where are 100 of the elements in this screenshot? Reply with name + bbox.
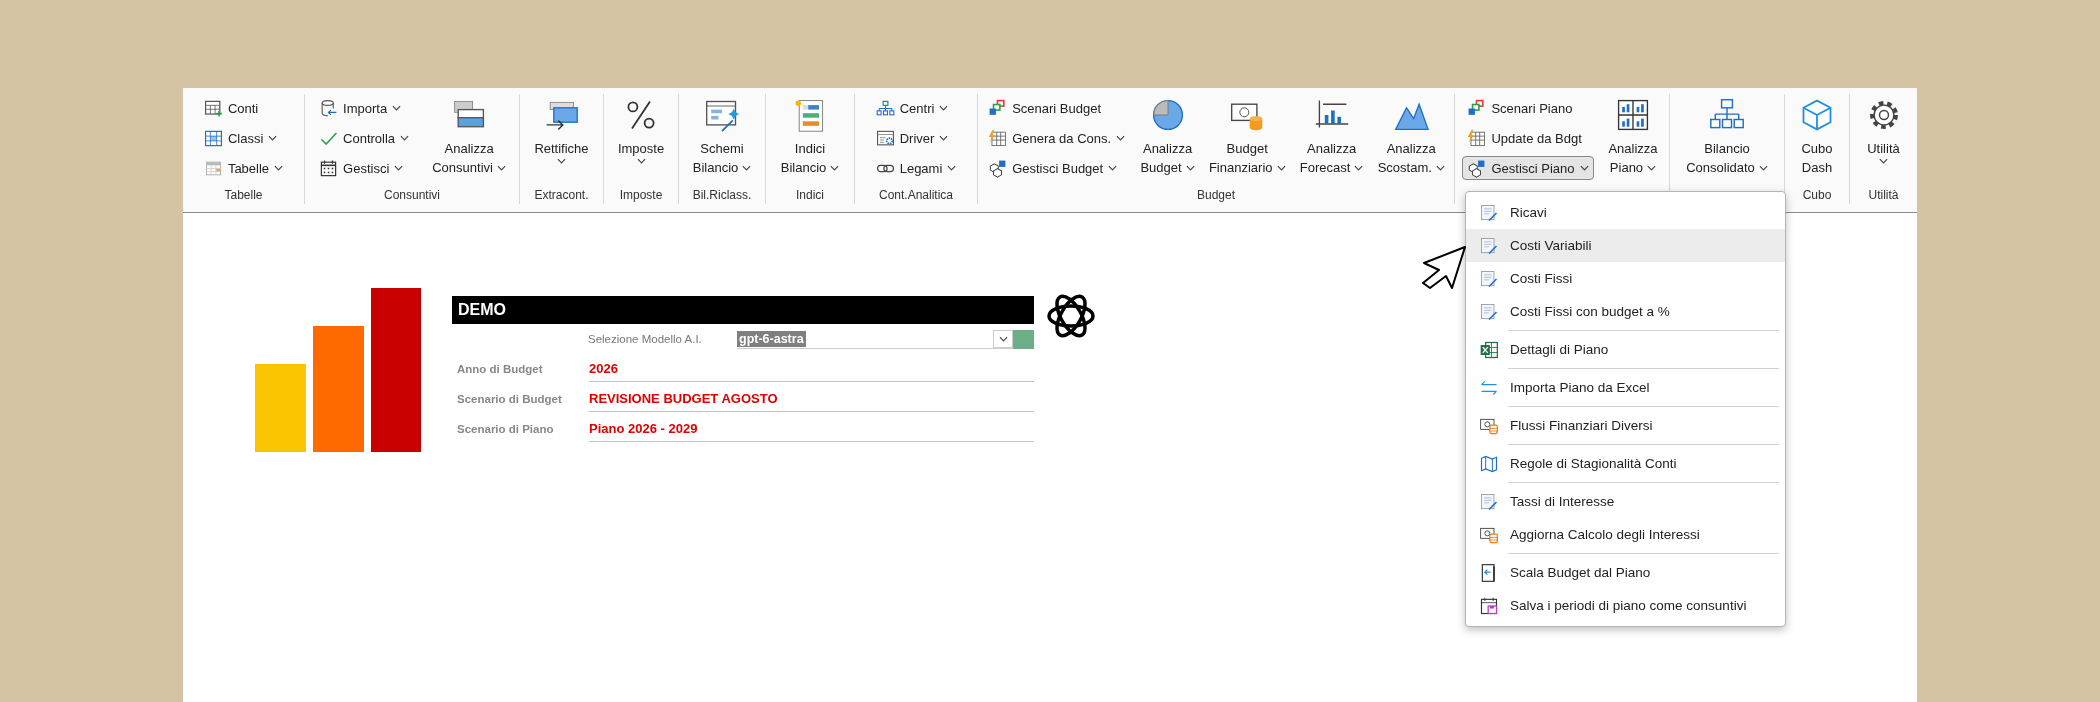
- calendar-icon: [319, 158, 339, 178]
- ribbon-button[interactable]: Gestisci Piano: [1462, 156, 1594, 180]
- caret-icon: [939, 105, 949, 111]
- title-bar: DEMO: [452, 296, 1034, 324]
- caret-icon: [1116, 135, 1126, 141]
- ribbon-button[interactable]: Driver: [870, 126, 962, 150]
- ribbon-button[interactable]: Gestisci: [314, 156, 415, 180]
- spreadsheet-icon: [1479, 339, 1499, 360]
- ribbon-button[interactable]: Bilancio Consolidato: [1682, 94, 1772, 180]
- calendar-save-icon: [1479, 595, 1499, 616]
- menu-item[interactable]: Costi Variabili: [1466, 229, 1785, 262]
- menu-item[interactable]: Scala Budget dal Piano: [1466, 556, 1785, 589]
- ribbon-button[interactable]: Analizza Consuntivi: [428, 94, 510, 180]
- caret-icon: [1354, 164, 1364, 171]
- caret-icon: [742, 164, 752, 171]
- group-label: Bil.Riclass.: [691, 188, 753, 204]
- caret-icon: [1758, 164, 1768, 171]
- caret-icon: [1108, 165, 1118, 171]
- ribbon-button[interactable]: Conti: [198, 96, 289, 120]
- caret-icon: [392, 105, 402, 111]
- ribbon-button[interactable]: Analizza Budget: [1136, 94, 1199, 180]
- ribbon-button[interactable]: Budget Finanziario: [1204, 94, 1290, 180]
- ribbon-button[interactable]: Controlla: [314, 126, 415, 150]
- group-label: Indici: [795, 188, 825, 204]
- caret-icon: [496, 164, 506, 171]
- caret-icon: [636, 158, 646, 164]
- pencil-list-icon: [1479, 301, 1499, 322]
- window-gear-icon: [875, 128, 895, 148]
- menu-item[interactable]: Flussi Finanziari Diversi: [1466, 409, 1785, 442]
- menu-item[interactable]: Aggiorna Calcolo degli Interessi: [1466, 518, 1785, 551]
- group-label: Imposte: [618, 188, 664, 204]
- menu-item[interactable]: Importa Piano da Excel: [1466, 371, 1785, 404]
- pencil-list-icon: [1479, 268, 1499, 289]
- ribbon-button[interactable]: Analizza Piano: [1604, 94, 1662, 180]
- ribbon-button[interactable]: Classi: [198, 126, 289, 150]
- ribbon-button[interactable]: Update da Bdgt: [1462, 126, 1594, 150]
- caret-icon: [268, 135, 278, 141]
- squares-icon: [988, 98, 1008, 118]
- menu-item[interactable]: Dettagli di Piano: [1466, 333, 1785, 366]
- map-icon: [1479, 453, 1499, 474]
- ribbon-button[interactable]: Legami: [870, 156, 962, 180]
- field-label: Scenario di Budget: [456, 393, 563, 405]
- field-label: Anno di Budget: [456, 363, 544, 375]
- pencil-list-icon: [1479, 491, 1499, 512]
- group-label: Cont.Analitica: [877, 188, 954, 204]
- caret-icon: [557, 158, 566, 164]
- lightning-grid-icon: [1467, 128, 1487, 148]
- caret-icon: [1879, 158, 1888, 164]
- ribbon-button[interactable]: Genera da Cons.: [983, 126, 1131, 150]
- ribbon-button[interactable]: Scenari Piano: [1462, 96, 1594, 120]
- menu-item[interactable]: Salva i periodi di piano come consuntivi: [1466, 589, 1785, 622]
- group-label: Tabelle: [223, 188, 264, 204]
- caret-icon: [400, 135, 410, 141]
- caret-icon: [394, 165, 404, 171]
- pencil-list-icon: [1479, 235, 1499, 256]
- table-icon: [203, 98, 223, 118]
- ribbon-button[interactable]: Imposte: [613, 94, 669, 167]
- field-value: REVISIONE BUDGET AGOSTO: [589, 386, 1034, 412]
- menu-item[interactable]: Tassi di Interesse: [1466, 485, 1785, 518]
- ribbon-button[interactable]: Utilità: [1861, 94, 1906, 167]
- field-value: 2026: [589, 356, 1034, 382]
- database-icon: [319, 98, 339, 118]
- field-label: Selezione Modello A.I.: [588, 333, 703, 345]
- indicator-square: [1013, 329, 1034, 349]
- group-label: Consuntivi: [383, 188, 441, 204]
- ribbon-button[interactable]: Scenari Budget: [983, 96, 1131, 120]
- group-label: Utilità: [1867, 188, 1900, 204]
- pencil-list-icon: [1479, 202, 1499, 223]
- group-label: Budget: [1195, 188, 1236, 204]
- ribbon-button[interactable]: Cubo Dash: [1795, 94, 1839, 180]
- group-label: Cubo: [1801, 188, 1833, 204]
- ribbon-button[interactable]: Analizza Scostam.: [1373, 94, 1449, 180]
- caret-icon: [1647, 164, 1657, 171]
- menu-item[interactable]: Costi Fissi: [1466, 262, 1785, 295]
- squares-icon: [1467, 98, 1487, 118]
- org-chart-icon: [875, 98, 895, 118]
- menu-item[interactable]: Ricavi: [1466, 196, 1785, 229]
- ribbon-button[interactable]: Tabelle: [198, 156, 289, 180]
- ribbon-button[interactable]: Importa: [314, 96, 415, 120]
- ribbon-button[interactable]: Schemi Bilancio: [688, 94, 756, 180]
- lightning-grid-icon: [988, 128, 1008, 148]
- caret-icon: [274, 165, 284, 171]
- group-label: Extracont.: [533, 188, 590, 204]
- model-dropdown[interactable]: gpt-6-astra: [737, 329, 1013, 349]
- ribbon-button[interactable]: Rettifiche: [530, 94, 593, 167]
- menu-item[interactable]: Regole di Stagionalità Conti: [1466, 447, 1785, 480]
- caret-icon: [1185, 164, 1195, 171]
- ribbon-button[interactable]: Gestisci Budget: [983, 156, 1131, 180]
- caret-icon: [1579, 165, 1589, 171]
- menu-item[interactable]: Costi Fissi con budget a %: [1466, 295, 1785, 328]
- caret-icon: [947, 165, 957, 171]
- caret-icon: [998, 335, 1008, 342]
- caret-icon: [939, 135, 949, 141]
- ribbon-button[interactable]: Analizza Forecast: [1295, 94, 1368, 180]
- ribbon-button[interactable]: Centri: [870, 96, 962, 120]
- field-value: Piano 2026 - 2029: [589, 416, 1034, 442]
- caret-icon: [830, 164, 840, 171]
- ribbon-button[interactable]: Indici Bilancio: [776, 94, 844, 180]
- grid-icon: [203, 128, 223, 148]
- field-label: Scenario di Piano: [456, 423, 555, 435]
